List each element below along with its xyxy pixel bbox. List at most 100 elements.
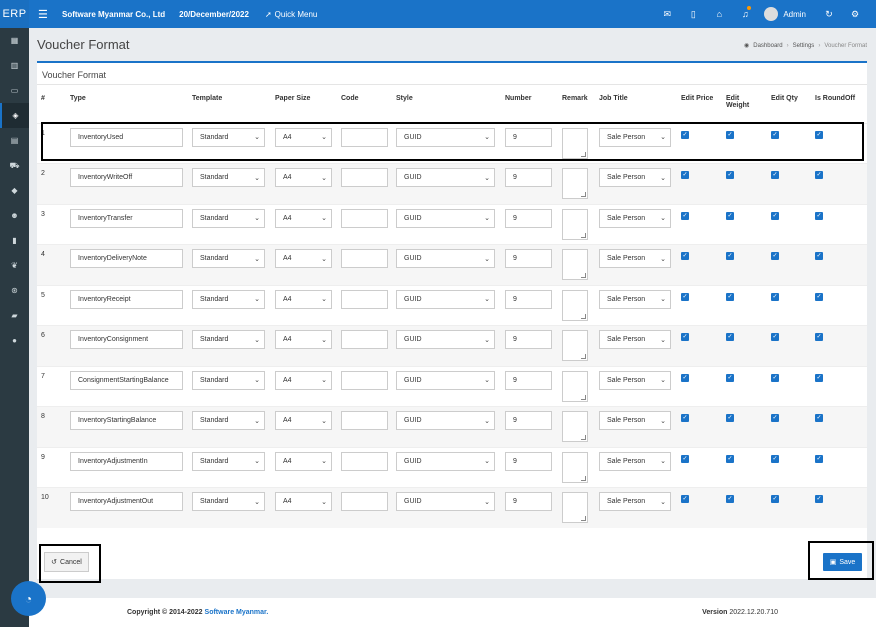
sidebar-gem-icon[interactable]: ◆ bbox=[0, 178, 29, 203]
template-select[interactable]: Standard ⌄ bbox=[192, 208, 265, 228]
code-input[interactable] bbox=[341, 249, 388, 268]
save-button[interactable]: ▣ Save bbox=[823, 553, 862, 571]
type-input[interactable]: InventoryAdjustmentIn bbox=[70, 451, 183, 471]
edit-qty-checkbox[interactable]: ✓ bbox=[771, 252, 779, 260]
edit-qty-checkbox[interactable]: ✓ bbox=[771, 130, 779, 139]
style-select[interactable]: GUID ⌄ bbox=[396, 289, 495, 309]
template-select[interactable]: Standard ⌄ bbox=[192, 127, 265, 147]
style-select[interactable]: GUID ⌄ bbox=[396, 492, 495, 511]
remark-textarea[interactable] bbox=[562, 492, 588, 523]
breadcrumb-dashboard[interactable]: Dashboard bbox=[753, 43, 782, 49]
style-select[interactable]: GUID ⌄ bbox=[396, 330, 495, 349]
paper-size-select[interactable]: A4 ⌄ bbox=[275, 168, 332, 187]
avatar[interactable] bbox=[764, 7, 779, 21]
paper-size-select[interactable]: A4 ⌄ bbox=[275, 492, 332, 511]
code-input[interactable] bbox=[341, 168, 388, 187]
paper-size-select[interactable]: A4 ⌄ bbox=[275, 370, 332, 390]
code-input[interactable] bbox=[341, 330, 388, 349]
is-roundoff-checkbox[interactable]: ✓ bbox=[815, 292, 823, 301]
number-input[interactable]: 9 bbox=[505, 370, 552, 390]
code-input[interactable] bbox=[341, 370, 388, 390]
is-roundoff-checkbox[interactable]: ✓ bbox=[815, 252, 823, 260]
sidebar-comment-icon[interactable]: ● bbox=[0, 328, 29, 353]
bell-icon[interactable]: ♫ bbox=[732, 6, 758, 19]
template-select[interactable]: Standard ⌄ bbox=[192, 370, 265, 390]
template-select[interactable]: Standard ⌄ bbox=[192, 451, 265, 471]
type-input[interactable]: InventoryStartingBalance bbox=[70, 411, 183, 430]
is-roundoff-checkbox[interactable]: ✓ bbox=[815, 211, 823, 220]
number-input[interactable]: 9 bbox=[505, 127, 552, 147]
template-select[interactable]: Standard ⌄ bbox=[192, 411, 265, 430]
template-select[interactable]: Standard ⌄ bbox=[192, 168, 265, 187]
job-title-select[interactable]: Sale Person ⌄ bbox=[599, 492, 671, 511]
job-title-select[interactable]: Sale Person ⌄ bbox=[599, 289, 671, 309]
type-input[interactable]: InventoryReceipt bbox=[70, 289, 183, 309]
edit-weight-checkbox[interactable]: ✓ bbox=[726, 252, 734, 260]
edit-weight-checkbox[interactable]: ✓ bbox=[726, 373, 734, 382]
template-select[interactable]: Standard ⌄ bbox=[192, 249, 265, 268]
type-input[interactable]: InventoryUsed bbox=[70, 127, 183, 147]
number-input[interactable]: 9 bbox=[505, 411, 552, 430]
edit-price-checkbox[interactable]: ✓ bbox=[681, 252, 689, 260]
code-input[interactable] bbox=[341, 411, 388, 430]
paper-size-select[interactable]: A4 ⌄ bbox=[275, 208, 332, 228]
number-input[interactable]: 9 bbox=[505, 249, 552, 268]
remark-textarea[interactable] bbox=[562, 168, 588, 199]
edit-price-checkbox[interactable]: ✓ bbox=[681, 211, 689, 220]
remark-textarea[interactable] bbox=[562, 451, 588, 483]
paper-size-select[interactable]: A4 ⌄ bbox=[275, 330, 332, 349]
refresh-icon[interactable]: ↻ bbox=[816, 9, 842, 20]
style-select[interactable]: GUID ⌄ bbox=[396, 208, 495, 228]
is-roundoff-checkbox[interactable]: ✓ bbox=[815, 130, 823, 139]
edit-price-checkbox[interactable]: ✓ bbox=[681, 454, 689, 463]
is-roundoff-checkbox[interactable]: ✓ bbox=[815, 333, 823, 341]
edit-weight-checkbox[interactable]: ✓ bbox=[726, 414, 734, 422]
edit-qty-checkbox[interactable]: ✓ bbox=[771, 171, 779, 179]
edit-weight-checkbox[interactable]: ✓ bbox=[726, 333, 734, 341]
paper-size-select[interactable]: A4 ⌄ bbox=[275, 451, 332, 471]
job-title-select[interactable]: Sale Person ⌄ bbox=[599, 208, 671, 228]
sidebar-box-icon[interactable]: ◈ bbox=[0, 103, 29, 128]
edit-price-checkbox[interactable]: ✓ bbox=[681, 414, 689, 422]
type-input[interactable]: InventoryConsignment bbox=[70, 330, 183, 349]
edit-weight-checkbox[interactable]: ✓ bbox=[726, 211, 734, 220]
job-title-select[interactable]: Sale Person ⌄ bbox=[599, 451, 671, 471]
number-input[interactable]: 9 bbox=[505, 208, 552, 228]
number-input[interactable]: 9 bbox=[505, 451, 552, 471]
remark-textarea[interactable] bbox=[562, 330, 588, 361]
number-input[interactable]: 9 bbox=[505, 330, 552, 349]
edit-qty-checkbox[interactable]: ✓ bbox=[771, 414, 779, 422]
quick-menu-button[interactable]: ➚ Quick Menu bbox=[265, 10, 317, 19]
edit-weight-checkbox[interactable]: ✓ bbox=[726, 130, 734, 139]
edit-weight-checkbox[interactable]: ✓ bbox=[726, 495, 734, 503]
code-input[interactable] bbox=[341, 127, 388, 147]
is-roundoff-checkbox[interactable]: ✓ bbox=[815, 171, 823, 179]
edit-price-checkbox[interactable]: ✓ bbox=[681, 130, 689, 139]
chat-icon[interactable]: ✉ bbox=[654, 9, 680, 20]
number-input[interactable]: 9 bbox=[505, 289, 552, 309]
is-roundoff-checkbox[interactable]: ✓ bbox=[815, 495, 823, 503]
edit-qty-checkbox[interactable]: ✓ bbox=[771, 333, 779, 341]
sidebar-book-icon[interactable]: ▰ bbox=[0, 303, 29, 328]
number-input[interactable]: 9 bbox=[505, 168, 552, 187]
code-input[interactable] bbox=[341, 492, 388, 511]
cancel-button[interactable]: ↺ Cancel bbox=[44, 552, 89, 572]
edit-weight-checkbox[interactable]: ✓ bbox=[726, 292, 734, 301]
type-input[interactable]: ConsignmentStartingBalance bbox=[70, 370, 183, 390]
home-icon[interactable]: ⌂ bbox=[706, 9, 732, 19]
edit-weight-checkbox[interactable]: ✓ bbox=[726, 454, 734, 463]
sidebar-users-icon[interactable]: ☻ bbox=[0, 203, 29, 228]
code-input[interactable] bbox=[341, 451, 388, 471]
style-select[interactable]: GUID ⌄ bbox=[396, 249, 495, 268]
sidebar-chart-icon[interactable]: ▥ bbox=[0, 53, 29, 78]
chat-bubble-icon[interactable]: ◔ bbox=[11, 581, 46, 616]
code-input[interactable] bbox=[341, 208, 388, 228]
type-input[interactable]: InventoryTransfer bbox=[70, 208, 183, 228]
remark-textarea[interactable] bbox=[562, 370, 588, 402]
edit-qty-checkbox[interactable]: ✓ bbox=[771, 495, 779, 503]
edit-weight-checkbox[interactable]: ✓ bbox=[726, 171, 734, 179]
user-name[interactable]: Admin bbox=[783, 10, 806, 19]
job-title-select[interactable]: Sale Person ⌄ bbox=[599, 168, 671, 187]
remark-textarea[interactable] bbox=[562, 249, 588, 280]
paper-size-select[interactable]: A4 ⌄ bbox=[275, 127, 332, 147]
